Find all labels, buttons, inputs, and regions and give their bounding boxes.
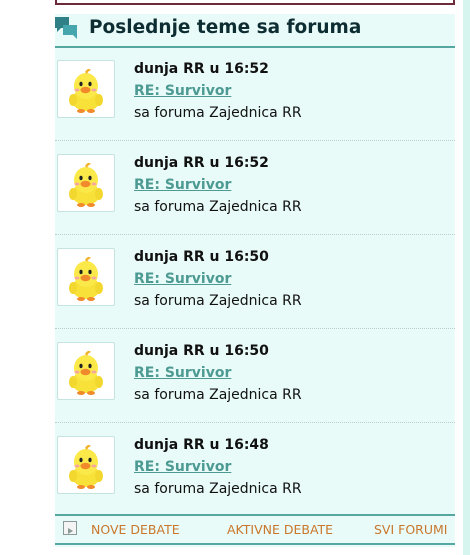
post-topic-link[interactable]: RE: Survivor xyxy=(134,177,231,193)
post-author-time: dunja RR u 16:52 xyxy=(134,155,269,171)
post-topic-link[interactable]: RE: Survivor xyxy=(134,365,231,381)
all-forums-link[interactable]: SVI FORUMI xyxy=(374,522,447,537)
forum-footer-nav: NOVE DEBATE AKTIVNE DEBATE SVI FORUMI xyxy=(55,514,455,545)
panel-header: Poslednje teme sa foruma xyxy=(55,14,455,48)
top-divider xyxy=(55,0,455,5)
right-edge-strip xyxy=(463,0,470,555)
post-author-time: dunja RR u 16:52 xyxy=(134,61,269,77)
forum-post-item: dunja RR u 16:52 RE: Survivor sa foruma … xyxy=(55,142,455,235)
yellow-chick-avatar-icon xyxy=(69,68,103,113)
yellow-chick-avatar-icon xyxy=(69,256,103,301)
post-author-time: dunja RR u 16:50 xyxy=(134,343,269,359)
post-topic-link[interactable]: RE: Survivor xyxy=(134,459,231,475)
panel-title: Poslednje teme sa foruma xyxy=(89,17,362,38)
forum-post-item: dunja RR u 16:52 RE: Survivor sa foruma … xyxy=(55,48,455,141)
user-avatar[interactable] xyxy=(57,60,115,118)
forum-post-item: dunja RR u 16:50 RE: Survivor sa foruma … xyxy=(55,330,455,423)
yellow-chick-avatar-icon xyxy=(69,162,103,207)
yellow-chick-avatar-icon xyxy=(69,350,103,395)
user-avatar[interactable] xyxy=(57,436,115,494)
post-forum-source: sa foruma Zajednica RR xyxy=(134,387,302,403)
user-avatar[interactable] xyxy=(57,342,115,400)
new-debates-link[interactable]: NOVE DEBATE xyxy=(91,522,180,537)
forum-chat-icon xyxy=(55,17,77,39)
post-topic-link[interactable]: RE: Survivor xyxy=(134,271,231,287)
latest-forum-topics-panel: Poslednje teme sa foruma dunja RR u 16:5… xyxy=(55,14,455,547)
post-author-time: dunja RR u 16:48 xyxy=(134,437,269,453)
post-forum-source: sa foruma Zajednica RR xyxy=(134,481,302,497)
post-author-time: dunja RR u 16:50 xyxy=(134,249,269,265)
yellow-chick-avatar-icon xyxy=(69,444,103,489)
post-forum-source: sa foruma Zajednica RR xyxy=(134,199,302,215)
post-forum-source: sa foruma Zajednica RR xyxy=(134,293,302,309)
post-forum-source: sa foruma Zajednica RR xyxy=(134,105,302,121)
user-avatar[interactable] xyxy=(57,248,115,306)
active-debates-link[interactable]: AKTIVNE DEBATE xyxy=(227,522,333,537)
play-square-icon xyxy=(63,521,77,535)
user-avatar[interactable] xyxy=(57,154,115,212)
post-topic-link[interactable]: RE: Survivor xyxy=(134,83,231,99)
forum-post-item: dunja RR u 16:48 RE: Survivor sa foruma … xyxy=(55,424,455,517)
forum-post-item: dunja RR u 16:50 RE: Survivor sa foruma … xyxy=(55,236,455,329)
